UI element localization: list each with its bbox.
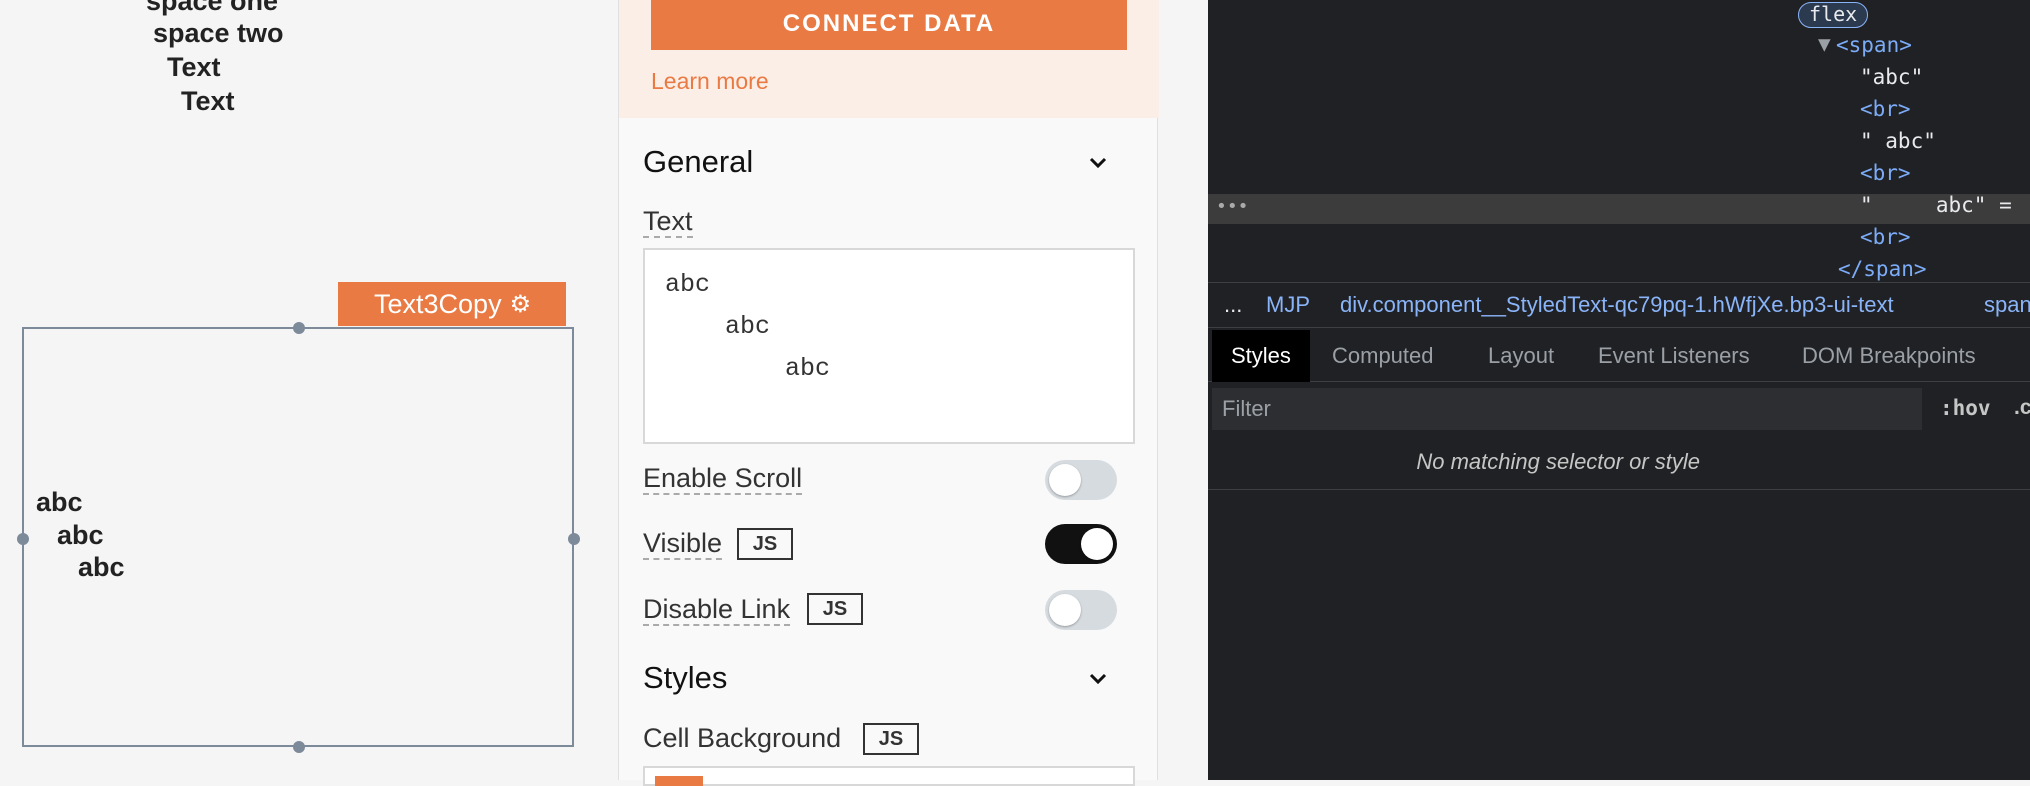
property-pane: CONNECT DATA Learn more General Text abc… bbox=[618, 0, 1159, 786]
toggle-knob bbox=[1081, 528, 1113, 560]
connect-data-button[interactable]: CONNECT DATA bbox=[651, 0, 1127, 50]
widget-text-line: abc bbox=[36, 487, 83, 517]
styles-filter-input[interactable]: Filter bbox=[1212, 388, 1922, 430]
cell-background-label: Cell Background bbox=[643, 723, 842, 753]
editor-line: abc bbox=[665, 270, 711, 299]
cell-background-input[interactable] bbox=[643, 766, 1135, 786]
chevron-down-icon[interactable] bbox=[1087, 152, 1109, 174]
editor-line: abc bbox=[665, 312, 771, 341]
section-general-title[interactable]: General bbox=[643, 144, 753, 180]
app-canvas: space one space two Text Text Text3Copy … bbox=[0, 0, 618, 780]
dom-node[interactable]: <br> bbox=[1860, 161, 1911, 185]
more-dots-icon[interactable]: ••• bbox=[1216, 196, 1249, 217]
gear-icon[interactable]: ⚙ bbox=[510, 290, 532, 319]
widget-name: Text3Copy bbox=[374, 288, 502, 319]
cell-background-js-badge[interactable]: JS bbox=[863, 723, 919, 755]
divider bbox=[1208, 489, 2030, 490]
dom-tree: flex ••• ▼ <span> "abc" <br> " abc" <br>… bbox=[1208, 0, 2030, 281]
dom-node[interactable]: <br> bbox=[1860, 97, 1911, 121]
tab-styles[interactable]: Styles bbox=[1212, 330, 1310, 382]
resize-handle-bottom[interactable] bbox=[293, 741, 305, 753]
widget-name-tag[interactable]: Text3Copy ⚙ bbox=[338, 282, 566, 326]
canvas-text-line: Text bbox=[167, 52, 221, 82]
visible-js-badge[interactable]: JS bbox=[737, 528, 793, 560]
styles-tabs: Styles Computed Layout Event Listeners D… bbox=[1208, 330, 2030, 382]
breadcrumb-more[interactable]: ... bbox=[1224, 292, 1242, 318]
breadcrumb-item[interactable]: div.component__StyledText-qc79pq-1.hWfjX… bbox=[1340, 292, 1894, 318]
hov-toggle[interactable]: :hov bbox=[1940, 396, 1991, 420]
toggle-knob bbox=[1049, 464, 1081, 496]
learn-more-link[interactable]: Learn more bbox=[651, 68, 769, 95]
tab-layout[interactable]: Layout bbox=[1488, 330, 1554, 382]
cls-toggle[interactable]: .cls bbox=[2014, 396, 2030, 420]
enable-scroll-label: Enable Scroll bbox=[643, 463, 803, 495]
canvas-text-line: Text bbox=[181, 86, 235, 116]
resize-handle-right[interactable] bbox=[568, 533, 580, 545]
tab-dom-breakpoints[interactable]: DOM Breakpoints bbox=[1802, 330, 1976, 382]
dom-node[interactable]: "abc" bbox=[1860, 65, 1923, 89]
toggle-knob bbox=[1049, 594, 1081, 626]
widget-text-line: abc bbox=[78, 552, 125, 582]
disable-link-label: Disable Link bbox=[643, 594, 791, 626]
disable-link-toggle[interactable] bbox=[1045, 590, 1117, 630]
connect-data-banner: CONNECT DATA Learn more bbox=[619, 0, 1159, 118]
widget-text-line: abc bbox=[57, 520, 104, 550]
canvas-text-line: space two bbox=[153, 18, 284, 48]
visible-label: Visible bbox=[643, 528, 723, 560]
text-property-label: Text bbox=[643, 206, 693, 238]
tab-event-listeners[interactable]: Event Listeners bbox=[1598, 330, 1750, 382]
dom-triangle-icon[interactable]: ▼ bbox=[1818, 32, 1831, 56]
resize-handle-top[interactable] bbox=[293, 322, 305, 334]
flex-badge[interactable]: flex bbox=[1798, 2, 1869, 28]
dom-node-selected[interactable]: " abc" = bbox=[1860, 193, 2012, 217]
dom-node[interactable]: </span> bbox=[1838, 257, 1927, 281]
breadcrumb-item[interactable]: MJP bbox=[1266, 292, 1310, 318]
text-property-editor[interactable]: abc abc abc bbox=[643, 248, 1135, 444]
no-match-text: No matching selector or style bbox=[1416, 448, 1700, 474]
breadcrumb: ... MJP div.component__StyledText-qc79pq… bbox=[1208, 282, 2030, 328]
disable-link-js-badge[interactable]: JS bbox=[807, 593, 863, 625]
enable-scroll-toggle[interactable] bbox=[1045, 460, 1117, 500]
tab-computed[interactable]: Computed bbox=[1332, 330, 1434, 382]
devtools-pane: flex ••• ▼ <span> "abc" <br> " abc" <br>… bbox=[1208, 0, 2030, 780]
section-styles-title[interactable]: Styles bbox=[643, 660, 727, 696]
breadcrumb-item[interactable]: span bbox=[1984, 292, 2030, 318]
resize-handle-left[interactable] bbox=[17, 533, 29, 545]
no-matching-style-message: No matching selector or style bbox=[1208, 434, 1700, 490]
editor-line: abc bbox=[665, 354, 831, 383]
dom-node[interactable]: <span> bbox=[1836, 33, 1912, 57]
color-swatch bbox=[655, 776, 703, 786]
dom-node[interactable]: " abc" bbox=[1860, 129, 1936, 153]
dom-node[interactable]: <br> bbox=[1860, 225, 1911, 249]
visible-toggle[interactable] bbox=[1045, 524, 1117, 564]
selected-text-widget[interactable]: abc abc abc bbox=[22, 327, 574, 747]
chevron-down-icon[interactable] bbox=[1087, 668, 1109, 690]
